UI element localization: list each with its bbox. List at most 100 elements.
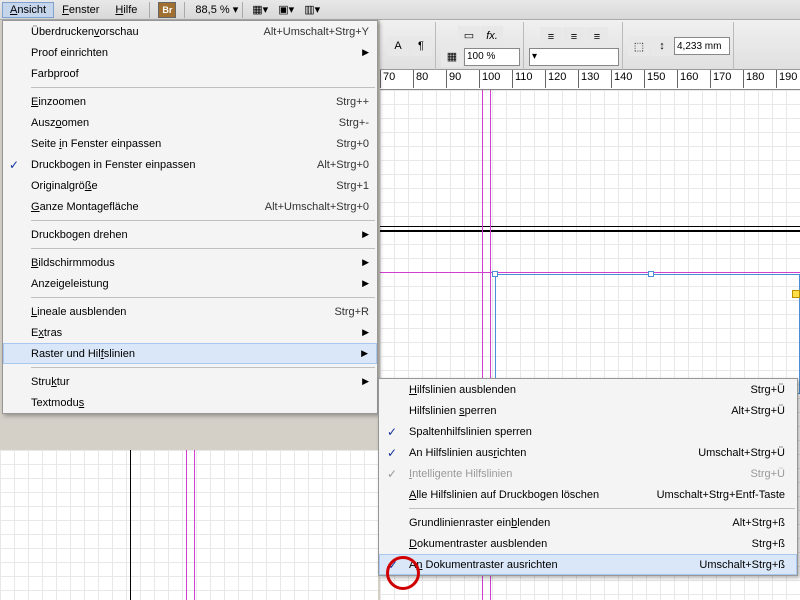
submenu-arrow-icon: ▶ <box>361 348 368 359</box>
bridge-button[interactable]: Br <box>158 2 176 18</box>
menu-separator <box>31 248 375 249</box>
text-frame[interactable] <box>495 274 800 394</box>
page-edge <box>130 450 131 600</box>
menu-shortcut: Strg+R <box>334 306 369 318</box>
menu-item[interactable]: Hilfslinien ausblendenStrg+Ü <box>379 379 797 400</box>
menu-item[interactable]: ✓An Dokumentraster ausrichtenUmschalt+St… <box>379 554 797 575</box>
menu-item[interactable]: Extras▶ <box>3 322 377 343</box>
menu-item[interactable]: Farbproof <box>3 63 377 84</box>
menu-item[interactable]: Raster und Hilfslinien▶ <box>3 343 377 364</box>
menu-item[interactable]: Ganze MontageflächeAlt+Umschalt+Strg+0 <box>3 196 377 217</box>
menu-sep <box>184 2 185 18</box>
char-panel-icon[interactable]: A <box>387 36 409 56</box>
guide-vertical[interactable] <box>194 450 195 600</box>
menu-item-label: Alle Hilfslinien auf Druckbogen löschen <box>409 489 657 501</box>
frame-handle[interactable] <box>492 271 498 277</box>
guide-horizontal[interactable] <box>380 272 800 273</box>
menu-item[interactable]: Textmodus <box>3 392 377 413</box>
stroke-icon[interactable]: ▭ <box>458 26 480 46</box>
submenu-arrow-icon: ▶ <box>362 376 369 387</box>
menu-item-label: Lineale ausblenden <box>31 306 334 318</box>
menu-item[interactable]: ÜberdruckenvorschauAlt+Umschalt+Strg+Y <box>3 21 377 42</box>
menu-item[interactable]: AuszoomenStrg+- <box>3 112 377 133</box>
menu-item[interactable]: ✓Spaltenhilfslinien sperren <box>379 421 797 442</box>
menu-item-label: Proof einrichten <box>31 47 369 59</box>
grids-guides-submenu: Hilfslinien ausblendenStrg+ÜHilfslinien … <box>378 378 798 576</box>
menu-item[interactable]: Seite in Fenster einpassenStrg+0 <box>3 133 377 154</box>
menu-item-label: Spaltenhilfslinien sperren <box>409 426 785 438</box>
menu-shortcut: Strg+1 <box>336 180 369 192</box>
menu-item-label: Dokumentraster ausblenden <box>409 538 752 550</box>
menu-item-label: Druckbogen in Fenster einpassen <box>31 159 317 171</box>
menu-item[interactable]: EinzoomenStrg++ <box>3 91 377 112</box>
frame-corner-handle[interactable] <box>792 290 800 298</box>
ruler-horizontal[interactable]: 708090100110120130140150160170180190 <box>380 70 800 90</box>
menu-item[interactable]: Anzeigeleistung▶ <box>3 273 377 294</box>
dropdown-field[interactable]: ▾ <box>529 48 619 66</box>
frame-handle[interactable] <box>648 271 654 277</box>
guide-vertical[interactable] <box>186 450 187 600</box>
size-field[interactable]: 4,233 mm <box>674 37 730 55</box>
menu-item-label: Ganze Montagefläche <box>31 201 265 213</box>
ruler-tick: 120 <box>545 70 546 88</box>
menu-shortcut: Strg+0 <box>336 138 369 150</box>
fx-icon[interactable]: fx. <box>481 26 503 46</box>
menu-shortcut: Alt+Strg+Ü <box>731 405 785 417</box>
align-left-icon[interactable]: ≡ <box>540 27 562 47</box>
menu-item[interactable]: ✓Intelligente HilfslinienStrg+Ü <box>379 463 797 484</box>
menu-item-label: Extras <box>31 327 369 339</box>
menu-shortcut: Umschalt+Strg+Ü <box>698 447 785 459</box>
menu-separator <box>31 367 375 368</box>
menu-sep <box>242 2 243 18</box>
menu-item-label: Bildschirmmodus <box>31 257 369 269</box>
menu-separator <box>31 87 375 88</box>
document-grid <box>0 450 378 600</box>
ruler-tick: 80 <box>413 70 414 88</box>
menu-item[interactable]: Grundlinienraster einblendenAlt+Strg+ß <box>379 512 797 533</box>
view-options-icon[interactable]: ▦▾ <box>249 1 271 19</box>
para-panel-icon[interactable]: ¶ <box>410 36 432 56</box>
menu-item[interactable]: ✓An Hilfslinien ausrichtenUmschalt+Strg+… <box>379 442 797 463</box>
menu-shortcut: Strg+- <box>339 117 369 129</box>
opacity-field[interactable]: 100 % <box>464 48 520 66</box>
zoom-display[interactable]: 88,5 % ▾ <box>195 3 238 16</box>
ruler-tick: 70 <box>380 70 381 88</box>
menu-item-label: Anzeigeleistung <box>31 278 369 290</box>
menu-item[interactable]: Dokumentraster ausblendenStrg+ß <box>379 533 797 554</box>
menu-item-label: Hilfslinien ausblenden <box>409 384 750 396</box>
align-right-icon[interactable]: ≡ <box>586 27 608 47</box>
menu-separator <box>409 508 795 509</box>
menu-sep <box>149 2 150 18</box>
menu-item-label: Raster und Hilfslinien <box>31 348 369 360</box>
screen-mode-icon[interactable]: ▣▾ <box>275 1 297 19</box>
menu-shortcut: Strg++ <box>336 96 369 108</box>
menu-shortcut: Strg+ß <box>752 538 785 550</box>
size-icon[interactable]: ↕ <box>651 36 673 56</box>
submenu-arrow-icon: ▶ <box>362 327 369 338</box>
ruler-tick: 170 <box>710 70 711 88</box>
menu-item[interactable]: Proof einrichten▶ <box>3 42 377 63</box>
text-wrap-icon[interactable]: ⬚ <box>628 36 650 56</box>
ruler-tick: 110 <box>512 70 513 88</box>
submenu-arrow-icon: ▶ <box>362 47 369 58</box>
menu-ansicht[interactable]: Ansicht <box>2 2 54 18</box>
menu-item-label: Struktur <box>31 376 369 388</box>
menu-hilfe[interactable]: Hilfe <box>107 2 145 18</box>
menu-item[interactable]: Struktur▶ <box>3 371 377 392</box>
opacity-icon[interactable]: ▦ <box>441 47 463 67</box>
menu-item-label: Auszoomen <box>31 117 339 129</box>
menu-item[interactable]: Alle Hilfslinien auf Druckbogen löschenU… <box>379 484 797 505</box>
align-center-icon[interactable]: ≡ <box>563 27 585 47</box>
menu-item[interactable]: Hilfslinien sperrenAlt+Strg+Ü <box>379 400 797 421</box>
menu-item[interactable]: ✓Druckbogen in Fenster einpassenAlt+Strg… <box>3 154 377 175</box>
document-canvas-left[interactable] <box>0 450 378 600</box>
menu-item[interactable]: Bildschirmmodus▶ <box>3 252 377 273</box>
menu-item[interactable]: OriginalgrößeStrg+1 <box>3 175 377 196</box>
menu-item[interactable]: Druckbogen drehen▶ <box>3 224 377 245</box>
ruler-tick: 150 <box>644 70 645 88</box>
menu-item-label: Originalgröße <box>31 180 336 192</box>
menu-item-label: Überdruckenvorschau <box>31 26 264 38</box>
menu-item[interactable]: Lineale ausblendenStrg+R <box>3 301 377 322</box>
arrange-icon[interactable]: ▥▾ <box>301 1 323 19</box>
menu-fenster[interactable]: Fenster <box>54 2 107 18</box>
